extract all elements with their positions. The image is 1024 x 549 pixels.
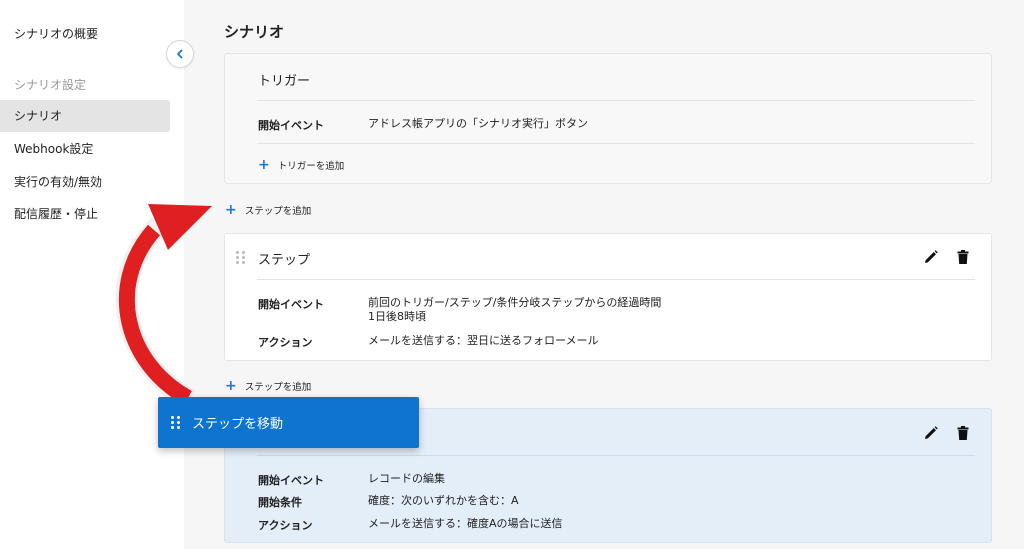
start-event-value-line1: 前回のトリガー/ステップ/条件分岐ステップからの経過時間 — [368, 296, 662, 309]
start-event-label: 開始イベント — [258, 119, 324, 132]
sidebar-item-overview[interactable]: シナリオの概要 — [0, 18, 170, 50]
plus-icon: + — [258, 157, 270, 173]
add-step-label: ステップを追加 — [244, 206, 312, 217]
sidebar-item-webhook[interactable]: Webhook設定 — [0, 133, 170, 165]
step-card[interactable]: ステップ 開始イベント 前回のトリガー/ステップ/条件分岐ステップからの経過時間… — [224, 233, 992, 361]
curved-arrow-icon — [115, 204, 212, 406]
sidebar-section-label: シナリオ設定 — [14, 78, 87, 92]
delete-button[interactable] — [954, 248, 972, 266]
start-event-label: 開始イベント — [258, 474, 324, 487]
start-condition-label: 開始条件 — [258, 496, 302, 509]
drag-handle-icon[interactable] — [236, 251, 246, 265]
action-label: アクション — [258, 519, 313, 532]
divider — [257, 100, 975, 101]
sidebar-item-scenario[interactable]: シナリオ — [0, 100, 170, 132]
start-event-value: レコードの編集 — [368, 472, 445, 485]
start-event-value: アドレス帳アプリの「シナリオ実行」ボタン — [368, 117, 588, 130]
action-value: メールを送信する：翌日に送るフォローメール — [368, 334, 599, 347]
add-step-button[interactable]: + ステップを追加 — [225, 203, 311, 217]
move-step-tooltip[interactable]: ステップを移動 — [158, 397, 419, 448]
action-value: メールを送信する：確度Aの場合に送信 — [368, 517, 563, 530]
divider — [257, 455, 975, 456]
move-step-label: ステップを移動 — [192, 417, 284, 432]
delete-button[interactable] — [954, 424, 972, 442]
chevron-left-icon — [177, 49, 183, 59]
action-label: アクション — [258, 336, 313, 349]
pencil-icon — [925, 426, 938, 439]
divider — [257, 279, 975, 280]
collapse-sidebar-button[interactable] — [166, 40, 194, 68]
add-step-label: ステップを追加 — [244, 382, 312, 393]
drag-handle-icon — [171, 416, 180, 429]
trash-icon — [957, 426, 969, 440]
add-step-button[interactable]: + ステップを追加 — [225, 379, 311, 393]
start-event-label: 開始イベント — [258, 298, 324, 311]
edit-button[interactable] — [922, 248, 940, 266]
start-condition-value: 確度：次のいずれかを含む：A — [368, 494, 519, 507]
trash-icon — [957, 250, 969, 264]
add-trigger-button[interactable]: + トリガーを追加 — [258, 158, 344, 172]
pencil-icon — [925, 250, 938, 263]
step-card-title: ステップ — [258, 253, 311, 268]
trigger-card-title: トリガー — [258, 74, 311, 89]
edit-button[interactable] — [922, 424, 940, 442]
add-trigger-label: トリガーを追加 — [277, 161, 345, 172]
start-event-value-line2: 1日後8時頃 — [368, 310, 426, 323]
page-title: シナリオ — [224, 23, 285, 41]
divider — [257, 143, 975, 144]
main-content: シナリオ トリガー 開始イベント アドレス帳アプリの「シナリオ実行」ボタン + … — [184, 0, 1024, 549]
trigger-card: トリガー 開始イベント アドレス帳アプリの「シナリオ実行」ボタン + トリガーを… — [224, 53, 992, 184]
